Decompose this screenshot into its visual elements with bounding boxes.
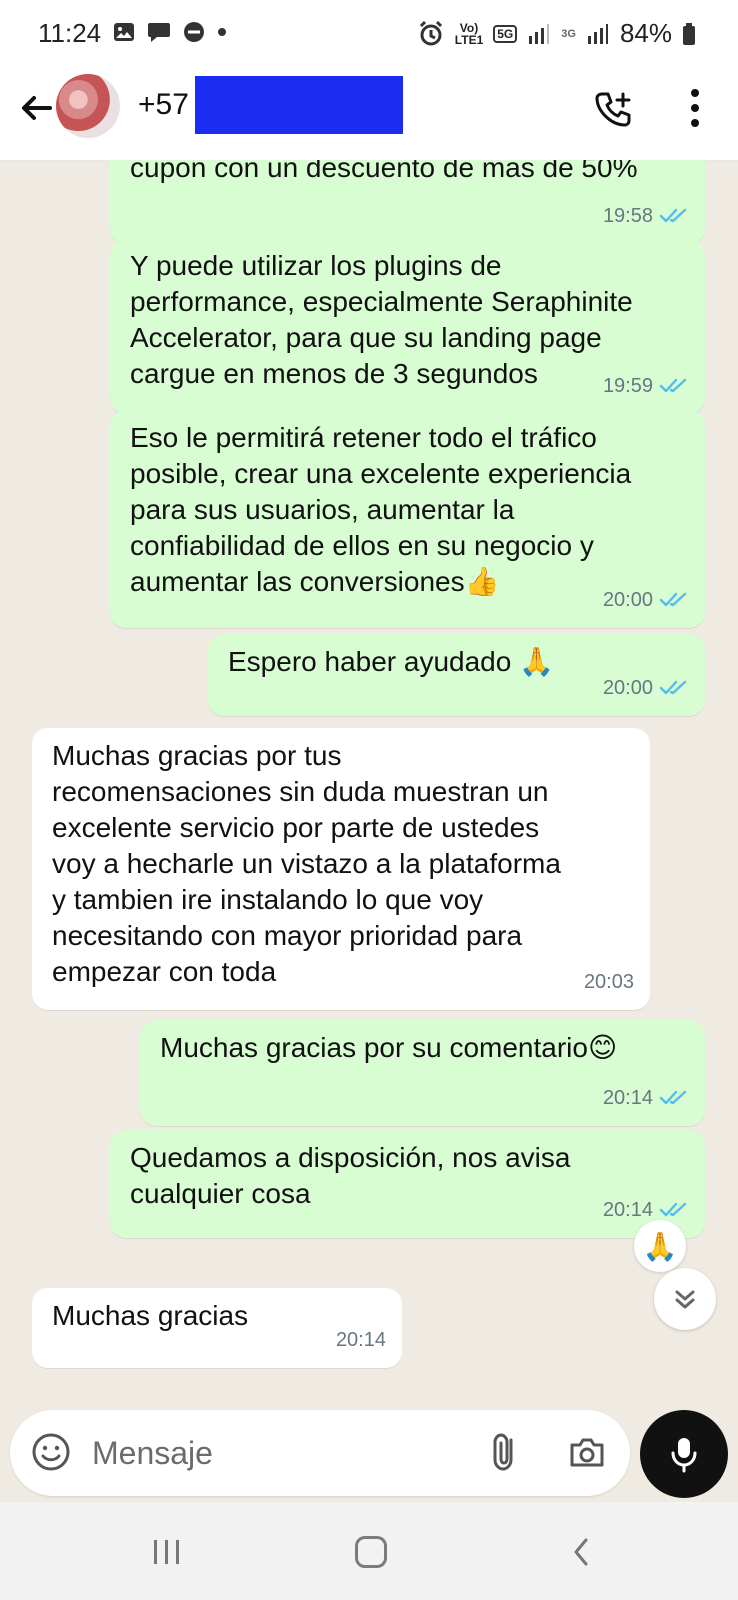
emoji-icon[interactable] [30, 1431, 72, 1473]
message-bubble[interactable]: Espero haber ayudado 🙏 20:00 [208, 634, 705, 716]
back-arrow-icon[interactable] [16, 88, 56, 128]
message-text: Muchas gracias [52, 1300, 249, 1331]
message-meta: 19:58 [603, 198, 689, 234]
battery-icon [683, 22, 695, 45]
camera-icon[interactable] [566, 1433, 608, 1473]
message-meta: 19:59 [603, 368, 689, 404]
signal-bars-icon [529, 23, 550, 44]
microphone-icon [671, 1438, 697, 1473]
five-g-label: 5G [497, 26, 514, 41]
message-bubble[interactable]: Y puede utilizar los plugins de performa… [110, 238, 705, 414]
message-bubble[interactable]: cupon con un descuento de mas de 50% 19:… [110, 160, 705, 244]
add-call-icon[interactable] [592, 86, 636, 130]
message-bubble[interactable]: Muchas gracias 20:14 [32, 1288, 402, 1368]
double-chevron-down-icon [675, 1290, 695, 1309]
message-bubble[interactable]: Muchas gracias por tus recomensaciones s… [32, 728, 650, 1010]
message-text: cupon con un descuento de mas de 50% [130, 160, 638, 183]
status-left-icons [112, 20, 228, 44]
message-text: Y puede utilizar los plugins de performa… [130, 250, 633, 389]
message-composer[interactable]: Mensaje [10, 1410, 630, 1496]
contact-avatar[interactable] [56, 74, 120, 138]
read-ticks-icon [659, 1202, 687, 1217]
android-navigation-bar [0, 1502, 738, 1600]
network-bottom-label: LTE1 [454, 32, 484, 47]
contact-name[interactable]: +57 [138, 88, 189, 122]
message-time: 20:14 [602, 1199, 653, 1221]
message-text: Muchas gracias por su comentario😊 [160, 1032, 618, 1063]
message-bubble[interactable]: Muchas gracias por su comentario😊 20:14 [140, 1020, 705, 1126]
message-bubble[interactable]: Eso le permitirá retener todo el tráfico… [110, 410, 705, 628]
reaction-emoji: 🙏 [642, 1230, 678, 1262]
message-text: Eso le permitirá retener todo el tráfico… [130, 422, 632, 597]
gallery-icon [114, 23, 134, 41]
read-ticks-icon [659, 378, 687, 393]
notification-dot-icon [218, 28, 226, 36]
scroll-to-bottom-button[interactable] [654, 1268, 716, 1330]
read-ticks-icon [659, 208, 687, 223]
message-meta: 20:00 [603, 582, 689, 618]
do-not-disturb-icon [184, 22, 204, 42]
read-ticks-icon [659, 680, 687, 695]
message-time: 20:00 [602, 677, 653, 699]
network-top-label: Vo) [459, 20, 479, 35]
alarm-icon [419, 20, 442, 45]
network-indicator: Vo) LTE1 [455, 22, 483, 46]
message-meta: 20:14 [336, 1322, 386, 1358]
message-meta: 20:00 [603, 670, 689, 706]
redacted-contact-block [195, 76, 403, 134]
message-text: Quedamos a disposición, nos avisa cualqu… [130, 1142, 571, 1209]
chat-header: +57 [0, 68, 738, 161]
three-g-label: 3G [561, 27, 576, 40]
message-input[interactable]: Mensaje [92, 1435, 213, 1472]
home-button-icon[interactable] [355, 1536, 387, 1568]
microphone-button[interactable] [640, 1410, 728, 1498]
read-ticks-icon [659, 1090, 687, 1105]
chat-area[interactable]: cupon con un descuento de mas de 50% 19:… [0, 160, 738, 1394]
five-g-indicator: 5G [493, 24, 518, 43]
message-time: 20:00 [602, 589, 653, 611]
paperclip-icon[interactable] [488, 1430, 522, 1474]
status-time: 11:24 [38, 18, 102, 48]
message-time: 19:58 [602, 205, 653, 227]
message-time: 20:03 [583, 971, 634, 993]
status-bar: 11:24 Vo) LTE1 5G 3G 84% [0, 0, 738, 68]
message-time: 19:59 [602, 375, 653, 397]
message-meta: 20:14 [603, 1080, 689, 1116]
chat-icon [148, 23, 170, 42]
recent-apps-icon[interactable] [150, 1538, 184, 1566]
status-right-cluster: Vo) LTE1 5G 3G 84% [417, 18, 696, 49]
message-meta: 20:03 [584, 964, 634, 1000]
message-text: Muchas gracias por tus recomensaciones s… [52, 740, 561, 987]
signal-bars-secondary-icon [587, 23, 608, 44]
message-bubble[interactable]: Quedamos a disposición, nos avisa cualqu… [110, 1130, 705, 1238]
message-reaction[interactable]: 🙏 [634, 1220, 686, 1272]
back-navigation-icon[interactable] [570, 1536, 592, 1568]
more-options-icon[interactable] [688, 86, 702, 130]
read-ticks-icon [659, 592, 687, 607]
message-time: 20:14 [335, 1329, 386, 1351]
message-time: 20:14 [602, 1087, 653, 1109]
battery-percentage: 84% [619, 18, 672, 48]
